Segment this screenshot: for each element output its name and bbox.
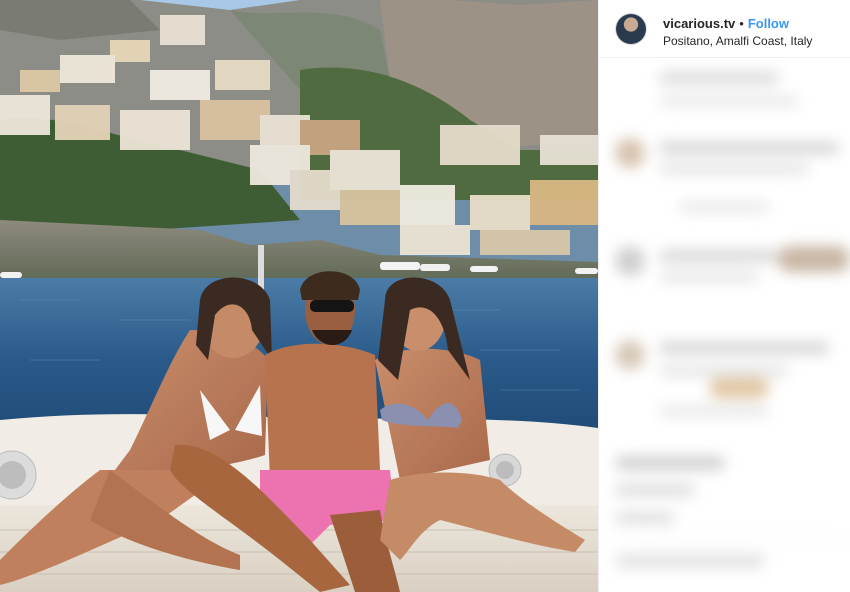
post-photo[interactable] [0,0,598,592]
blurred-comments [599,60,850,592]
follow-button[interactable]: Follow [748,16,789,31]
post-image [0,0,598,592]
post-header: vicarious.tv • Follow Positano, Amalfi Coa… [599,0,850,58]
username-link[interactable]: vicarious.tv [663,16,735,31]
post-sidebar: vicarious.tv • Follow Positano, Amalfi Coa… [598,0,850,592]
avatar[interactable] [616,14,646,44]
separator-dot: • [739,16,744,31]
location-link[interactable]: Positano, Amalfi Coast, Italy [663,34,812,48]
user-line: vicarious.tv • Follow [663,16,789,31]
comments-section [599,60,850,592]
